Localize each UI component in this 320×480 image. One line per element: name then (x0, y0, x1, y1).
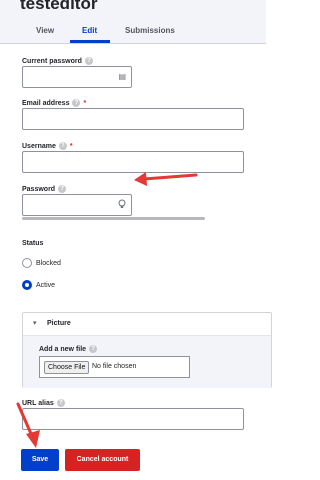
required-marker: * (69, 142, 73, 150)
tab-view[interactable]: View (36, 26, 54, 35)
page-title: testeditor (20, 0, 98, 13)
picture-summary[interactable]: ▾ Picture (23, 313, 271, 335)
annotation-arrow-icon (134, 172, 198, 186)
key-card-icon[interactable]: ▤ (118, 72, 126, 81)
help-icon[interactable]: ? (72, 99, 81, 107)
password-strength-bar (22, 217, 205, 220)
tab-edit[interactable]: Edit (82, 26, 97, 35)
status-blocked-label[interactable]: Blocked (36, 260, 61, 267)
status-active-label[interactable]: Active (36, 282, 55, 289)
current-password-label: Current password? (22, 57, 93, 65)
email-field[interactable] (22, 108, 244, 130)
password-field[interactable] (22, 194, 132, 216)
username-label-text: Username (22, 142, 56, 150)
help-icon[interactable]: ? (58, 142, 67, 150)
help-icon[interactable]: ? (84, 57, 93, 65)
tab-submissions[interactable]: Submissions (125, 26, 175, 35)
chevron-down-icon: ▾ (33, 320, 37, 327)
file-input[interactable]: Choose File No file chosen (39, 356, 190, 378)
cancel-account-button[interactable]: Cancel account (65, 449, 140, 471)
picture-panel: Add a new file? Choose File No file chos… (23, 335, 271, 388)
password-label-text: Password (22, 185, 56, 193)
username-label: Username? * (22, 142, 73, 150)
page-header: testeditor View Edit Submissions (0, 0, 266, 44)
add-file-label-text: Add a new file (39, 345, 87, 353)
current-password-label-text: Current password (22, 57, 82, 65)
add-file-label: Add a new file? (39, 345, 98, 353)
help-icon[interactable]: ? (58, 185, 67, 193)
active-tab-indicator (70, 40, 110, 43)
status-active-radio[interactable] (22, 280, 32, 290)
help-icon[interactable]: ? (56, 399, 65, 407)
annotation-arrow-icon (16, 402, 40, 448)
required-marker: * (83, 99, 87, 107)
picture-summary-label: Picture (47, 320, 71, 327)
email-label: Email address? * (22, 99, 86, 107)
picture-details: ▾ Picture Add a new file? Choose File No… (22, 312, 272, 388)
choose-file-button[interactable]: Choose File (44, 361, 90, 374)
email-label-text: Email address (22, 99, 70, 107)
bulb-icon[interactable] (118, 199, 126, 211)
status-label: Status (22, 240, 44, 247)
save-button[interactable]: Save (21, 449, 59, 471)
help-icon[interactable]: ? (89, 345, 98, 353)
no-file-text: No file chosen (92, 363, 137, 370)
current-password-input[interactable]: ▤ (22, 66, 132, 88)
status-blocked-radio[interactable] (22, 258, 32, 268)
password-label: Password? (22, 185, 67, 193)
url-alias-field[interactable] (22, 408, 244, 430)
